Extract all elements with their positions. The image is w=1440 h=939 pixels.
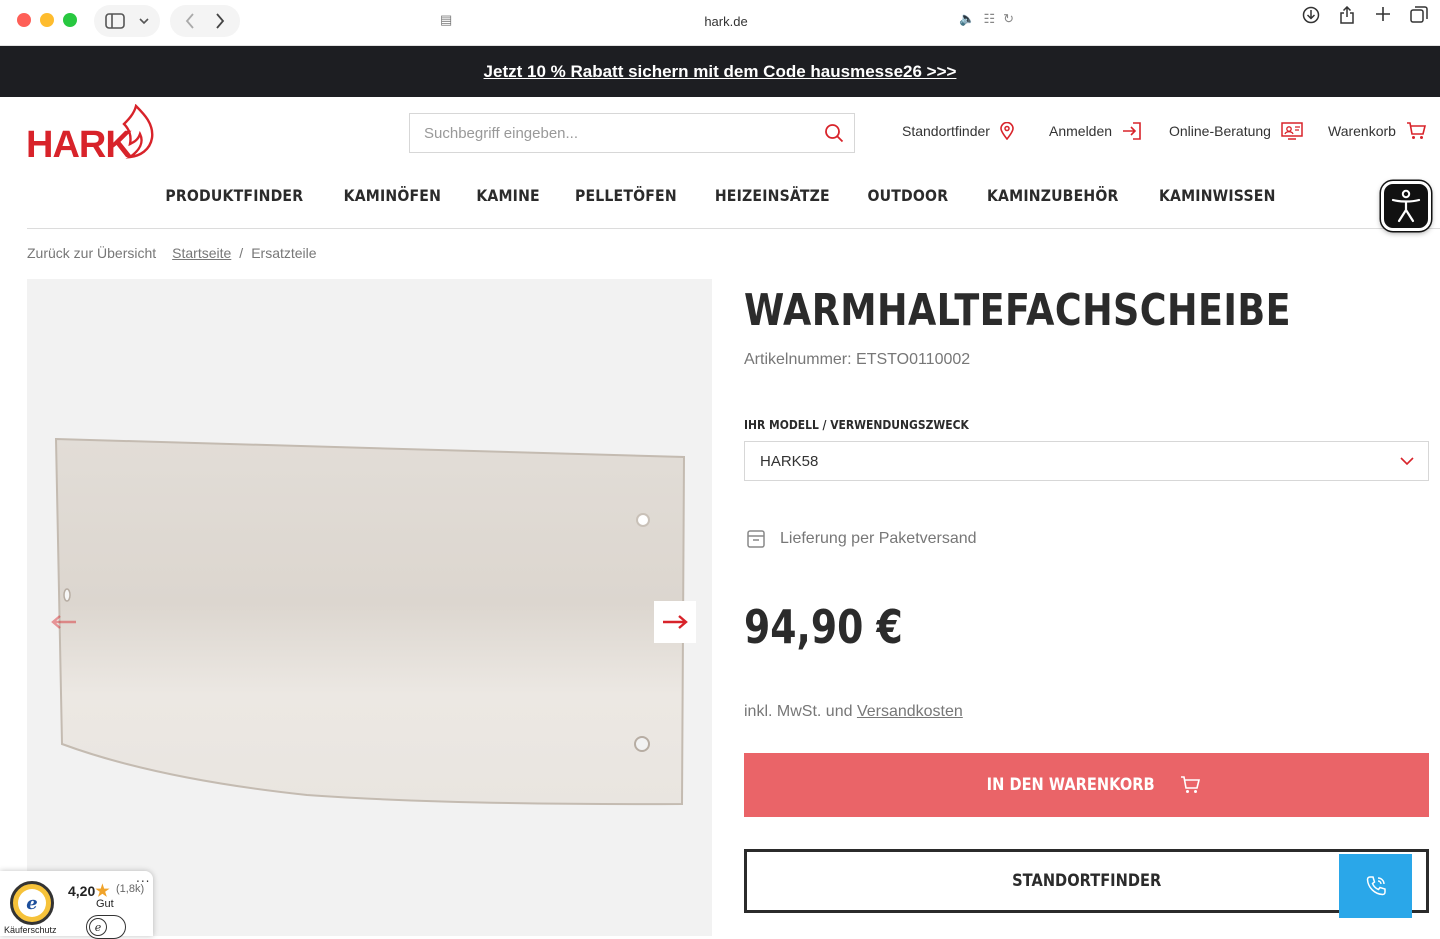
phone-icon [1366,876,1386,896]
location-pin-icon [1000,122,1014,140]
tax-prefix: inkl. MwSt. und [744,703,853,720]
back-icon[interactable] [185,13,195,29]
new-tab-icon[interactable] [1372,6,1394,29]
search-icon[interactable] [814,123,854,143]
product-price: 94,90 € [744,600,903,654]
nav-divider [27,228,1440,229]
standortfinder-link[interactable]: Standortfinder [902,122,1014,140]
cart-label: Warenkorb [1328,123,1396,139]
reader-icon[interactable]: ▤ [440,12,452,28]
breadcrumb: Zurück zur Übersicht Startseite / Ersatz… [27,245,317,261]
sidebar-toggle-button[interactable] [94,5,160,37]
reload-icon[interactable]: ↻ [1003,11,1014,27]
delivery-info: Lieferung per Paketversand [746,529,977,549]
gallery-prev-button[interactable] [43,601,85,643]
accessibility-button[interactable] [1381,181,1431,231]
nav-item-kaminoefen[interactable]: KAMINÖFEN [343,186,440,205]
gallery-next-button[interactable] [654,601,696,643]
add-to-cart-label: IN DEN WARENKORB [986,775,1155,795]
search-box [409,113,855,153]
cart-icon [1181,776,1201,793]
nav-item-pelletoefen[interactable]: PELLETÖFEN [575,186,677,205]
product-image[interactable] [27,279,712,936]
accessibility-icon [1391,189,1421,223]
promo-banner: Jetzt 10 % Rabatt sichern mit dem Code h… [0,46,1440,97]
buyer-protection-toggle[interactable]: e [86,915,126,939]
share-icon[interactable] [1336,5,1358,29]
nav-item-produktfinder[interactable]: PRODUKTFINDER [166,186,304,205]
delivery-text: Lieferung per Paketversand [780,530,977,547]
audio-icon[interactable]: 🔈 [959,11,975,27]
nav-item-kamine[interactable]: KAMINE [476,186,540,205]
nav-item-kaminwissen[interactable]: KAMINWISSEN [1159,186,1276,205]
login-label: Anmelden [1049,123,1113,139]
close-window-button[interactable] [17,13,31,27]
tax-info: inkl. MwSt. und Versandkosten [744,703,963,721]
translate-icon[interactable]: ☷ [983,11,995,27]
login-link[interactable]: Anmelden [1049,122,1142,140]
browser-toolbar: ▤ hark.de 🔈 ☷ ↻ [0,0,1440,46]
add-to-cart-button[interactable]: IN DEN WARENKORB [744,753,1429,817]
tab-overview-icon[interactable] [1408,6,1430,29]
promo-link[interactable]: Jetzt 10 % Rabatt sichern mit dem Code h… [484,62,957,82]
product-title: WARMHALTEFACHSCHEIBE [744,285,1291,336]
hark-logo[interactable]: HARK [26,104,166,166]
model-select[interactable]: HARK58 [744,441,1429,481]
sidebar-icon [105,13,125,29]
product-gallery [27,279,712,936]
nav-item-kaminzubehoer[interactable]: KAMINZUBEHÖR [987,186,1119,205]
login-icon [1123,122,1141,140]
zoom-window-button[interactable] [63,13,77,27]
more-options-icon[interactable]: ... [136,871,150,885]
standortfinder-button[interactable]: STANDORTFINDER [744,849,1429,913]
standortfinder-label: Standortfinder [902,123,990,139]
main-navigation: PRODUKTFINDER KAMINÖFEN KAMINE PELLETÖFE… [0,186,1440,205]
online-beratung-link[interactable]: Online-Beratung [1169,122,1303,140]
consultation-icon [1281,122,1303,140]
cart-link[interactable]: Warenkorb [1328,122,1426,140]
breadcrumb-home-link[interactable]: Startseite [172,245,231,261]
breadcrumb-separator: / [239,245,244,261]
forward-icon[interactable] [215,13,225,29]
shipping-costs-link[interactable]: Versandkosten [857,703,963,720]
package-icon [747,530,765,548]
buyer-protection-label: Käuferschutz [4,925,57,935]
nav-item-heizeinsaetze[interactable]: HEIZEINSÄTZE [715,186,830,205]
url-text: hark.de [704,13,748,29]
back-to-overview-link[interactable]: Zurück zur Übersicht [27,245,156,261]
beratung-label: Online-Beratung [1169,123,1271,139]
model-select-value: HARK58 [760,452,819,470]
chevron-down-icon [1400,457,1414,466]
cart-icon [1406,122,1426,139]
callback-button[interactable] [1339,854,1412,918]
arrow-right-icon [663,615,688,629]
history-navigation [170,5,240,37]
downloads-icon[interactable] [1300,6,1322,29]
trusted-shops-seal-icon: e [10,881,54,925]
breadcrumb-current: Ersatzteile [251,245,317,261]
product-sku: Artikelnummer: ETSTO0110002 [744,351,971,368]
arrow-left-icon [51,615,76,629]
trusted-shops-widget[interactable]: e 4,20★ (1,8k) Gut ... Käuferschutz e [0,871,153,939]
minimize-window-button[interactable] [40,13,54,27]
model-select-label: IHR MODELL / VERWENDUNGSZWECK [744,417,969,432]
standortfinder-button-label: STANDORTFINDER [1011,871,1162,891]
rating-grade: Gut [96,898,114,910]
trusted-shops-e-icon: e [89,918,107,936]
logo-text: HARK [26,124,133,166]
address-bar[interactable]: ▤ hark.de 🔈 ☷ ↻ [428,5,1024,37]
nav-item-outdoor[interactable]: OUTDOOR [868,186,949,205]
chevron-down-icon [139,18,149,25]
search-input[interactable] [410,114,814,152]
